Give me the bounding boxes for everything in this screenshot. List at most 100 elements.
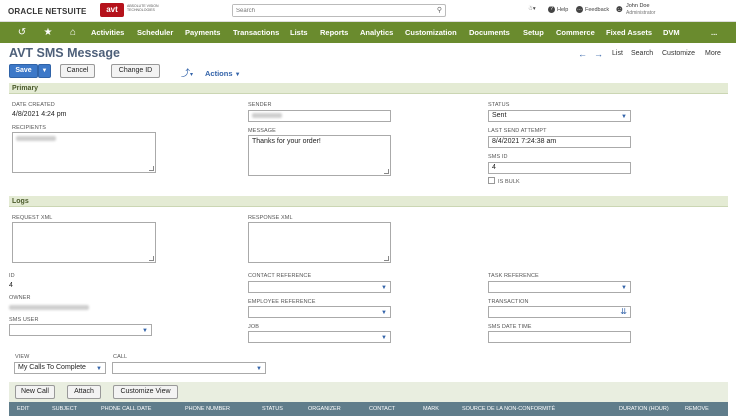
is-bulk-checkbox[interactable] bbox=[488, 177, 495, 184]
list-link[interactable]: List bbox=[612, 50, 623, 57]
save-dropdown-button[interactable]: ▼ bbox=[38, 64, 51, 78]
col-duration[interactable]: DURATION (HOUR) bbox=[619, 406, 669, 412]
feedback-link[interactable]: … Feedback bbox=[576, 6, 609, 13]
nav-reports[interactable]: Reports bbox=[320, 22, 348, 43]
new-call-button[interactable]: New Call bbox=[15, 385, 55, 399]
help-link[interactable]: ? Help bbox=[548, 6, 568, 13]
customize-view-button[interactable]: Customize View bbox=[113, 385, 178, 399]
sms-id-field[interactable]: 4 bbox=[488, 162, 631, 174]
col-mark[interactable]: MARK bbox=[423, 406, 439, 412]
logs-section-header[interactable]: Logs bbox=[9, 196, 728, 207]
redacted-text bbox=[252, 112, 282, 118]
col-edit[interactable]: EDIT bbox=[17, 406, 30, 412]
page-title: AVT SMS Message bbox=[9, 46, 120, 60]
shortcuts-icon[interactable]: ☃▾ bbox=[528, 6, 536, 12]
nav-scheduler[interactable]: Scheduler bbox=[137, 22, 173, 43]
view-label: VIEW bbox=[15, 354, 30, 360]
chevron-down-icon: ▼ bbox=[381, 335, 387, 341]
user-menu[interactable]: John Doe Administrator bbox=[626, 3, 655, 16]
nav-transactions[interactable]: Transactions bbox=[233, 22, 279, 43]
recent-records-icon[interactable]: ↺ bbox=[10, 22, 34, 43]
save-button[interactable]: Save bbox=[9, 64, 38, 78]
chevron-down-icon: ▼ bbox=[381, 310, 387, 316]
date-created-value: 4/8/2021 4:24 pm bbox=[12, 111, 67, 118]
global-search[interactable]: ⚲ bbox=[232, 4, 446, 17]
home-icon[interactable]: ⌂ bbox=[61, 22, 85, 43]
date-created-label: DATE CREATED bbox=[12, 102, 55, 108]
call-select[interactable]: ▼ bbox=[112, 362, 266, 374]
status-value: Sent bbox=[492, 112, 507, 119]
calls-table-header: EDIT SUBJECT PHONE CALL DATE PHONE NUMBE… bbox=[9, 402, 728, 416]
nav-documents[interactable]: Documents bbox=[469, 22, 510, 43]
request-xml-field[interactable] bbox=[12, 222, 156, 263]
nav-activities[interactable]: Activities bbox=[91, 22, 124, 43]
view-select[interactable]: My Calls To Complete ▼ bbox=[14, 362, 106, 374]
nav-lists[interactable]: Lists bbox=[290, 22, 308, 43]
customize-link[interactable]: Customize bbox=[662, 50, 695, 57]
search-link[interactable]: Search bbox=[631, 50, 653, 57]
employee-ref-label: EMPLOYEE REFERENCE bbox=[248, 299, 316, 305]
col-organizer[interactable]: ORGANIZER bbox=[308, 406, 341, 412]
search-input[interactable] bbox=[233, 5, 423, 16]
nav-payments[interactable]: Payments bbox=[185, 22, 220, 43]
nav-setup[interactable]: Setup bbox=[523, 22, 544, 43]
col-subject[interactable]: SUBJECT bbox=[52, 406, 77, 412]
sms-id-label: SMS ID bbox=[488, 154, 508, 160]
primary-header-label: Primary bbox=[12, 85, 39, 92]
attach-button[interactable]: Attach bbox=[67, 385, 101, 399]
col-phone-call-date[interactable]: PHONE CALL DATE bbox=[101, 406, 151, 412]
action-history-icon[interactable]: ⤴▾ bbox=[181, 66, 193, 79]
help-icon: ? bbox=[548, 6, 555, 13]
message-field[interactable]: Thanks for your order! bbox=[248, 135, 391, 176]
sms-user-select[interactable]: ▼ bbox=[9, 324, 152, 336]
call-label: CALL bbox=[113, 354, 128, 360]
nav-dvm[interactable]: DVM bbox=[663, 22, 680, 43]
primary-section-header[interactable]: Primary bbox=[9, 83, 728, 94]
col-contact[interactable]: CONTACT bbox=[369, 406, 395, 412]
feedback-label: Feedback bbox=[585, 6, 610, 13]
job-select[interactable]: ▼ bbox=[248, 331, 391, 343]
main-nav: ↺ ★ ⌂ Activities Scheduler Payments Tran… bbox=[0, 22, 736, 43]
star-icon[interactable]: ★ bbox=[36, 22, 60, 43]
nav-more[interactable]: ... bbox=[711, 22, 717, 43]
cancel-button[interactable]: Cancel bbox=[60, 64, 95, 78]
recipients-field[interactable] bbox=[12, 132, 156, 173]
col-status[interactable]: STATUS bbox=[262, 406, 283, 412]
col-phone-number[interactable]: PHONE NUMBER bbox=[185, 406, 230, 412]
transaction-label: TRANSACTION bbox=[488, 299, 529, 305]
transaction-select[interactable]: ⇊ bbox=[488, 306, 631, 318]
chevron-down-icon: ▼ bbox=[621, 114, 627, 120]
chevron-down-icon: ▼ bbox=[234, 72, 241, 78]
user-icon[interactable]: ☻ bbox=[614, 4, 625, 15]
owner-value[interactable] bbox=[9, 304, 89, 311]
avt-logo: avt bbox=[100, 3, 124, 17]
message-label: MESSAGE bbox=[248, 128, 276, 134]
sms-date-time-field[interactable] bbox=[488, 331, 631, 343]
change-id-button[interactable]: Change ID bbox=[111, 64, 160, 78]
response-xml-field[interactable] bbox=[248, 222, 391, 263]
sms-date-time-label: SMS DATE TIME bbox=[488, 324, 532, 330]
more-link[interactable]: More bbox=[705, 50, 721, 57]
double-chevron-down-icon: ⇊ bbox=[620, 307, 627, 316]
task-ref-select[interactable]: ▼ bbox=[488, 281, 631, 293]
sender-label: SENDER bbox=[248, 102, 272, 108]
sender-field[interactable] bbox=[248, 110, 391, 122]
actions-menu[interactable]: Actions ▼ bbox=[205, 69, 241, 78]
sms-user-label: SMS USER bbox=[9, 317, 39, 323]
search-icon[interactable]: ⚲ bbox=[437, 6, 442, 14]
oracle-netsuite-logo[interactable]: ORACLE NETSUITE bbox=[8, 7, 87, 16]
col-source-non-conformite[interactable]: SOURCE DE LA NON-CONFORMITÉ bbox=[462, 406, 555, 412]
nav-customization[interactable]: Customization bbox=[405, 22, 457, 43]
nav-commerce[interactable]: Commerce bbox=[556, 22, 595, 43]
forward-arrow-icon[interactable]: → bbox=[594, 49, 603, 59]
nav-fixed-assets[interactable]: Fixed Assets bbox=[606, 22, 652, 43]
status-select[interactable]: Sent ▼ bbox=[488, 110, 631, 122]
nav-analytics[interactable]: Analytics bbox=[360, 22, 393, 43]
employee-ref-select[interactable]: ▼ bbox=[248, 306, 391, 318]
last-send-field[interactable]: 8/4/2021 7:24:38 am bbox=[488, 136, 631, 148]
oracle-text: ORACLE bbox=[8, 7, 43, 16]
help-label: Help bbox=[557, 6, 569, 13]
col-remove[interactable]: REMOVE bbox=[685, 406, 709, 412]
back-arrow-icon[interactable]: ← bbox=[578, 49, 587, 59]
contact-ref-select[interactable]: ▼ bbox=[248, 281, 391, 293]
